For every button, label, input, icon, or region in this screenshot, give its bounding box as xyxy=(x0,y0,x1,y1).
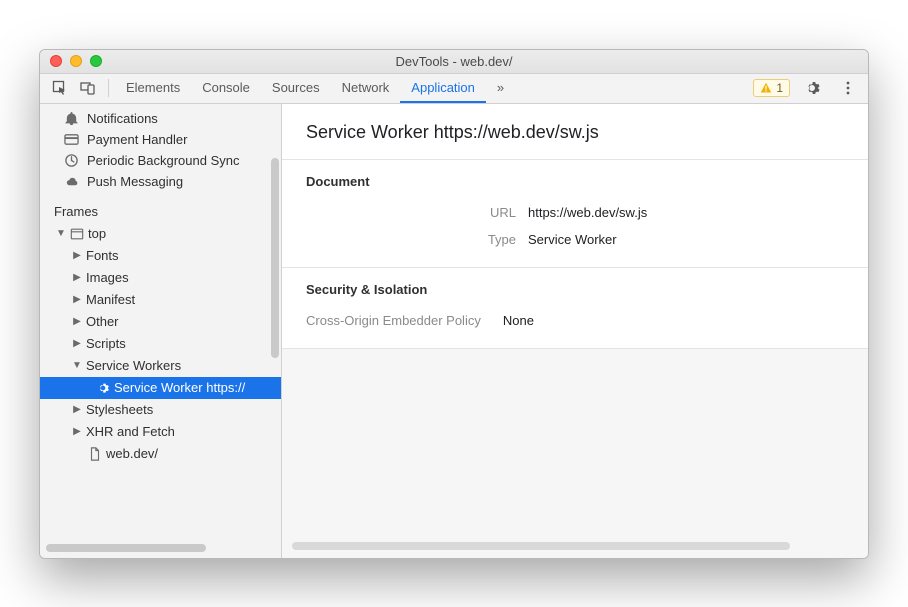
value-type: Service Worker xyxy=(528,232,617,247)
warning-icon xyxy=(760,82,772,94)
row-type: Type Service Worker xyxy=(306,226,844,253)
row-coep: Cross-Origin Embedder Policy None xyxy=(306,307,844,334)
chevron-down-icon[interactable] xyxy=(56,225,66,243)
chevron-right-icon[interactable] xyxy=(72,335,82,353)
sidebar-item-label: Periodic Background Sync xyxy=(87,153,239,168)
tree-node-label: Scripts xyxy=(86,335,126,353)
document-icon xyxy=(88,447,102,461)
tree-node-images[interactable]: Images xyxy=(40,267,281,289)
application-sidebar: Notifications Payment Handler Periodic B… xyxy=(40,104,282,558)
sidebar-horizontal-scrollbar[interactable] xyxy=(46,544,206,552)
main-horizontal-scrollbar[interactable] xyxy=(292,542,790,550)
tab-elements[interactable]: Elements xyxy=(115,74,191,103)
label-url: URL xyxy=(306,205,516,220)
chevron-down-icon[interactable] xyxy=(72,357,82,375)
tab-sources[interactable]: Sources xyxy=(261,74,331,103)
tree-node-label: Other xyxy=(86,313,119,331)
main-panel: Service Worker https://web.dev/sw.js Doc… xyxy=(282,104,868,558)
label-coep: Cross-Origin Embedder Policy xyxy=(306,313,481,328)
value-url: https://web.dev/sw.js xyxy=(528,205,647,220)
panel-body: Notifications Payment Handler Periodic B… xyxy=(40,104,868,558)
sidebar-item-label: Push Messaging xyxy=(87,174,183,189)
sidebar-item-payment-handler[interactable]: Payment Handler xyxy=(40,129,281,150)
sidebar-vertical-scrollbar[interactable] xyxy=(271,158,279,358)
sidebar-item-notifications[interactable]: Notifications xyxy=(40,108,281,129)
tree-node-service-workers[interactable]: Service Workers xyxy=(40,355,281,377)
tab-network[interactable]: Network xyxy=(331,74,401,103)
gear-icon xyxy=(96,381,110,395)
chevron-right-icon[interactable] xyxy=(72,269,82,287)
tree-node-manifest[interactable]: Manifest xyxy=(40,289,281,311)
toolbar-separator xyxy=(108,79,109,97)
tab-overflow[interactable]: » xyxy=(486,74,515,103)
section-heading-security: Security & Isolation xyxy=(306,282,844,297)
tree-node-label: Stylesheets xyxy=(86,401,153,419)
frames-tree: top Fonts Images Manifest Other Scripts … xyxy=(40,223,281,465)
chevron-right-icon[interactable] xyxy=(72,313,82,331)
security-section: Security & Isolation Cross-Origin Embedd… xyxy=(282,268,868,349)
window-title: DevTools - web.dev/ xyxy=(40,54,868,69)
cloud-icon xyxy=(64,174,79,189)
empty-area xyxy=(282,349,868,558)
tree-node-scripts[interactable]: Scripts xyxy=(40,333,281,355)
close-window-button[interactable] xyxy=(50,55,62,67)
minimize-window-button[interactable] xyxy=(70,55,82,67)
chevron-right-icon[interactable] xyxy=(72,291,82,309)
tab-application[interactable]: Application xyxy=(400,74,486,103)
tree-node-label: Service Workers xyxy=(86,357,181,375)
tree-node-label: Fonts xyxy=(86,247,119,265)
chevron-right-icon[interactable] xyxy=(72,423,82,441)
titlebar: DevTools - web.dev/ xyxy=(40,50,868,74)
tree-node-stylesheets[interactable]: Stylesheets xyxy=(40,399,281,421)
tree-node-webdev[interactable]: web.dev/ xyxy=(40,443,281,465)
tab-console[interactable]: Console xyxy=(191,74,261,103)
clock-icon xyxy=(64,153,79,168)
row-url: URL https://web.dev/sw.js xyxy=(306,199,844,226)
tree-node-fonts[interactable]: Fonts xyxy=(40,245,281,267)
tree-node-label: web.dev/ xyxy=(106,445,158,463)
devtools-window: DevTools - web.dev/ Elements Console Sou… xyxy=(39,49,869,559)
credit-card-icon xyxy=(64,132,79,147)
value-coep: None xyxy=(503,313,534,328)
chevron-right-icon[interactable] xyxy=(72,401,82,419)
bell-icon xyxy=(64,111,79,126)
warnings-badge[interactable]: 1 xyxy=(753,79,790,97)
sidebar-item-push-messaging[interactable]: Push Messaging xyxy=(40,171,281,192)
sidebar-item-label: Notifications xyxy=(87,111,158,126)
devtools-toolbar: Elements Console Sources Network Applica… xyxy=(40,74,868,104)
gear-icon[interactable] xyxy=(798,74,826,102)
tree-node-label: Service Worker https:// xyxy=(114,379,245,397)
device-toolbar-icon[interactable] xyxy=(74,74,102,102)
warning-count: 1 xyxy=(776,81,783,95)
sidebar-item-periodic-bg-sync[interactable]: Periodic Background Sync xyxy=(40,150,281,171)
tree-node-service-worker-selected[interactable]: Service Worker https:// xyxy=(40,377,281,399)
tree-node-label: Manifest xyxy=(86,291,135,309)
sidebar-item-label: Payment Handler xyxy=(87,132,187,147)
panel-tabs: Elements Console Sources Network Applica… xyxy=(115,74,515,103)
kebab-menu-icon[interactable] xyxy=(834,74,862,102)
tree-node-top[interactable]: top xyxy=(40,223,281,245)
sidebar-horizontal-scrollbar-track xyxy=(46,544,267,554)
page-title: Service Worker https://web.dev/sw.js xyxy=(282,104,868,160)
maximize-window-button[interactable] xyxy=(90,55,102,67)
tree-node-label: top xyxy=(88,225,106,243)
chevron-right-icon[interactable] xyxy=(72,247,82,265)
tree-node-label: XHR and Fetch xyxy=(86,423,175,441)
section-heading-document: Document xyxy=(306,174,844,189)
inspect-element-icon[interactable] xyxy=(46,74,74,102)
window-icon xyxy=(70,227,84,241)
tree-node-xhr-fetch[interactable]: XHR and Fetch xyxy=(40,421,281,443)
window-controls xyxy=(40,55,102,67)
label-type: Type xyxy=(306,232,516,247)
frames-section-title: Frames xyxy=(40,192,281,223)
tree-node-label: Images xyxy=(86,269,129,287)
document-section: Document URL https://web.dev/sw.js Type … xyxy=(282,160,868,268)
tree-node-other[interactable]: Other xyxy=(40,311,281,333)
main-horizontal-scrollbar-track xyxy=(292,542,858,552)
